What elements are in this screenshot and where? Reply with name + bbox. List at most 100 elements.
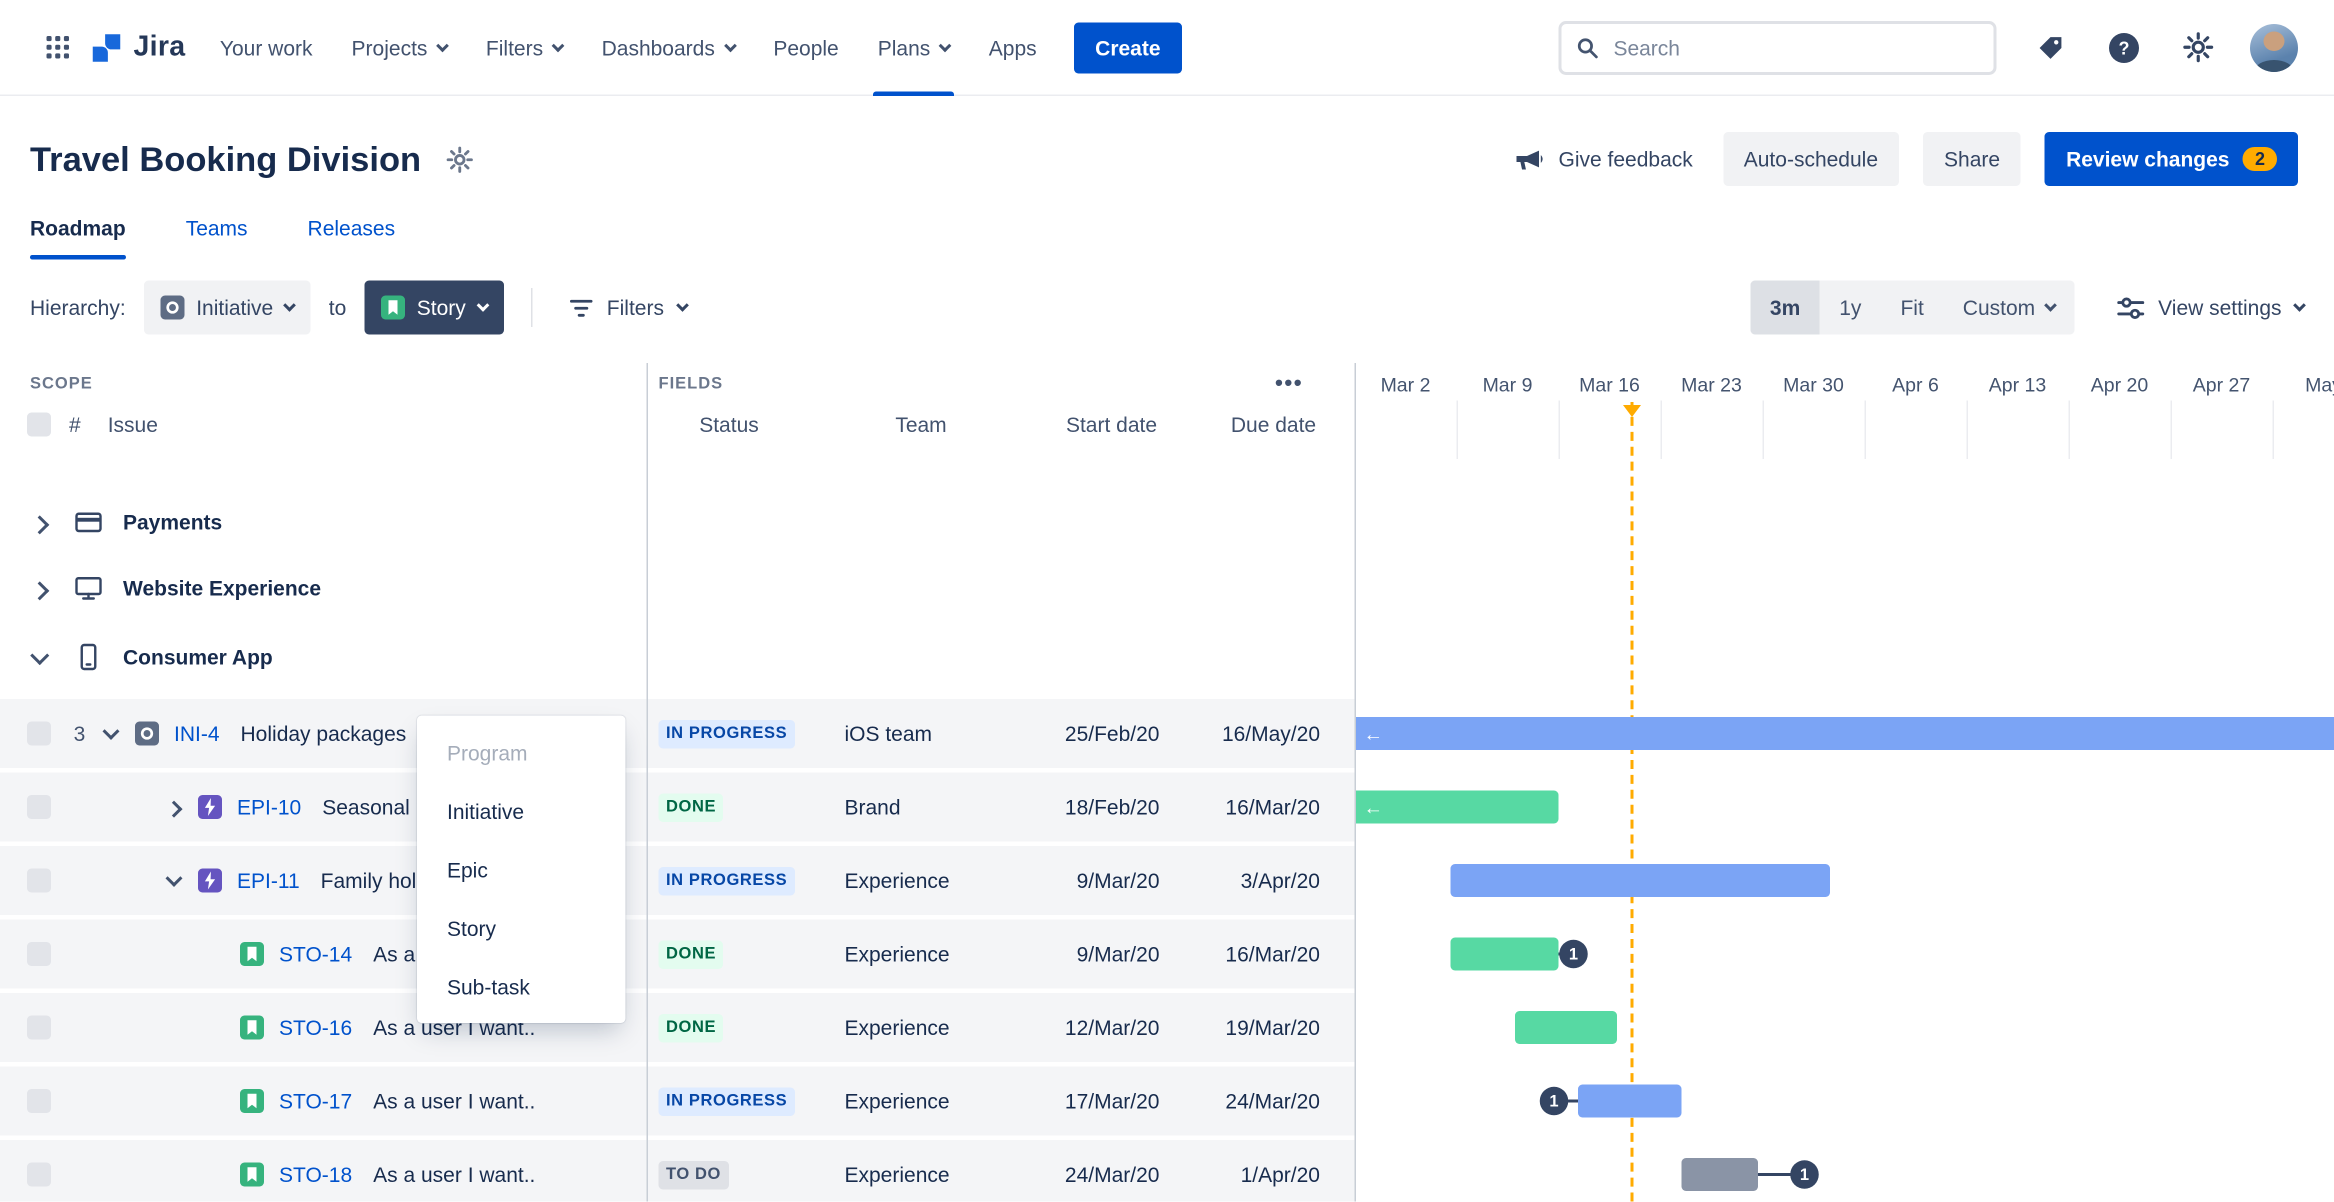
- auto-schedule-button[interactable]: Auto-schedule: [1722, 132, 1900, 186]
- dependency-badge[interactable]: 1: [1559, 939, 1588, 969]
- nav-projects[interactable]: Projects: [332, 0, 466, 95]
- chevron-down-icon[interactable]: [30, 645, 50, 665]
- give-feedback-button[interactable]: Give feedback: [1509, 132, 1699, 186]
- menu-item-epic[interactable]: Epic: [417, 840, 626, 899]
- due-date-cell[interactable]: 16/Mar/20: [1192, 919, 1355, 989]
- row-checkbox[interactable]: [27, 721, 51, 746]
- plan-settings-button[interactable]: [445, 145, 474, 174]
- more-fields-icon[interactable]: •••: [1275, 371, 1303, 397]
- filters-button[interactable]: Filters: [559, 296, 696, 320]
- start-date-column-header[interactable]: Start date: [1031, 413, 1193, 437]
- gantt-bar[interactable]: [1450, 864, 1830, 897]
- start-date-cell[interactable]: 9/Mar/20: [1030, 919, 1193, 989]
- team-cell[interactable]: iOS team: [811, 699, 1031, 768]
- chevron-right-icon[interactable]: [30, 514, 50, 534]
- today-marker-icon[interactable]: [1623, 405, 1641, 417]
- start-date-cell[interactable]: 24/Mar/20: [1030, 1140, 1193, 1202]
- team-cell[interactable]: Brand: [811, 772, 1031, 842]
- due-date-cell[interactable]: 24/Mar/20: [1192, 1066, 1355, 1136]
- zoom-3m-button[interactable]: 3m: [1750, 280, 1820, 335]
- status-column-header[interactable]: Status: [647, 413, 812, 437]
- menu-item-story[interactable]: Story: [417, 899, 626, 958]
- issue-key-link[interactable]: STO-14: [279, 942, 352, 966]
- scope-group-website-experience[interactable]: Website Experience: [0, 555, 2334, 621]
- issue-row-epi-11[interactable]: EPI-11 Family holidays IN PROGRESS Exper…: [0, 846, 2334, 915]
- nav-dashboards[interactable]: Dashboards: [582, 0, 754, 95]
- user-avatar[interactable]: [2250, 23, 2298, 72]
- gantt-bar[interactable]: [1515, 1011, 1617, 1044]
- timeline-cell[interactable]: 1: [1355, 1140, 2334, 1202]
- menu-item-sub-task[interactable]: Sub-task: [417, 957, 626, 1016]
- row-checkbox[interactable]: [27, 795, 51, 819]
- issue-key-link[interactable]: STO-18: [279, 1163, 352, 1187]
- due-date-cell[interactable]: 16/Mar/20: [1192, 772, 1355, 842]
- due-date-cell[interactable]: 16/May/20: [1192, 699, 1355, 768]
- dependency-badge[interactable]: 1: [1790, 1160, 1819, 1189]
- issue-key-link[interactable]: STO-17: [279, 1089, 352, 1113]
- issue-row-sto-17[interactable]: STO-17 As a user I want.. IN PROGRESS Ex…: [0, 1066, 2334, 1136]
- team-cell[interactable]: Experience: [811, 1140, 1031, 1202]
- issue-row-ini-4[interactable]: 3 INI-4 Holiday packages IN PROGRESS iOS…: [0, 699, 2334, 768]
- help-button[interactable]: ?: [2103, 26, 2145, 68]
- zoom-custom-button[interactable]: Custom: [1943, 281, 2074, 335]
- zoom-fit-button[interactable]: Fit: [1881, 281, 1943, 335]
- nav-filters[interactable]: Filters: [466, 0, 582, 95]
- notifications-button[interactable]: [2030, 26, 2072, 68]
- timeline-cell[interactable]: ←: [1354, 699, 2334, 768]
- team-column-header[interactable]: Team: [812, 413, 1031, 437]
- scope-group-consumer-app[interactable]: Consumer App: [0, 624, 2334, 690]
- team-cell[interactable]: Experience: [811, 993, 1031, 1062]
- nav-people[interactable]: People: [754, 0, 858, 95]
- start-date-cell[interactable]: 25/Feb/20: [1030, 699, 1193, 768]
- tab-roadmap[interactable]: Roadmap: [30, 216, 126, 260]
- settings-button[interactable]: [2177, 26, 2219, 68]
- issue-key-link[interactable]: EPI-11: [237, 869, 300, 893]
- create-button[interactable]: Create: [1074, 21, 1182, 73]
- timeline-cell[interactable]: 1: [1355, 920, 2334, 989]
- start-date-cell[interactable]: 12/Mar/20: [1030, 993, 1193, 1062]
- team-cell[interactable]: Experience: [811, 846, 1031, 915]
- app-switcher-button[interactable]: [36, 26, 78, 68]
- gantt-bar[interactable]: ←: [1354, 790, 1559, 824]
- start-date-cell[interactable]: 18/Feb/20: [1030, 772, 1193, 842]
- row-checkbox[interactable]: [27, 942, 51, 966]
- timeline-cell[interactable]: 1: [1355, 1067, 2334, 1136]
- timeline-cell[interactable]: [1355, 846, 2334, 915]
- tab-releases[interactable]: Releases: [308, 216, 396, 260]
- due-date-cell[interactable]: 1/Apr/20: [1192, 1140, 1355, 1202]
- row-checkbox[interactable]: [27, 868, 51, 893]
- chevron-right-icon[interactable]: [30, 580, 50, 600]
- issue-key-link[interactable]: INI-4: [174, 722, 220, 746]
- gantt-bar[interactable]: [1578, 1084, 1682, 1118]
- issue-key-link[interactable]: EPI-10: [237, 795, 301, 819]
- gantt-bar[interactable]: [1450, 937, 1559, 971]
- issue-row-sto-16[interactable]: STO-16 As a user I want.. DONE Experienc…: [0, 993, 2334, 1062]
- nav-your-work[interactable]: Your work: [200, 0, 332, 95]
- review-changes-button[interactable]: Review changes 2: [2045, 132, 2298, 186]
- menu-item-initiative[interactable]: Initiative: [417, 782, 626, 841]
- jira-logo[interactable]: Jira: [90, 31, 185, 64]
- view-settings-button[interactable]: View settings: [2116, 295, 2306, 321]
- row-checkbox[interactable]: [27, 1015, 51, 1040]
- team-cell[interactable]: Experience: [811, 919, 1031, 989]
- dependency-badge[interactable]: 1: [1539, 1086, 1569, 1116]
- select-all-checkbox[interactable]: [27, 412, 51, 437]
- nav-plans[interactable]: Plans: [858, 0, 969, 96]
- tab-teams[interactable]: Teams: [186, 216, 248, 260]
- share-button[interactable]: Share: [1923, 132, 2022, 186]
- hierarchy-to-dropdown[interactable]: Story: [364, 280, 504, 335]
- due-date-cell[interactable]: 3/Apr/20: [1192, 846, 1355, 915]
- issue-row-epi-10[interactable]: EPI-10 Seasonal pack DONE Brand 18/Feb/2…: [0, 772, 2334, 842]
- issue-key-link[interactable]: STO-16: [279, 1016, 352, 1040]
- row-checkbox[interactable]: [27, 1162, 51, 1187]
- gantt-bar[interactable]: ←: [1354, 717, 2334, 750]
- zoom-1y-button[interactable]: 1y: [1820, 281, 1881, 335]
- chevron-right-icon[interactable]: [165, 800, 183, 818]
- nav-apps[interactable]: Apps: [969, 0, 1056, 95]
- issue-row-sto-14[interactable]: STO-14 As a user I want.. DONE Experienc…: [0, 919, 2334, 989]
- timeline-cell[interactable]: [1355, 993, 2334, 1062]
- start-date-cell[interactable]: 17/Mar/20: [1030, 1066, 1193, 1136]
- issue-row-sto-18[interactable]: STO-18 As a user I want.. TO DO Experien…: [0, 1140, 2334, 1202]
- team-cell[interactable]: Experience: [811, 1066, 1031, 1136]
- row-checkbox[interactable]: [27, 1089, 51, 1113]
